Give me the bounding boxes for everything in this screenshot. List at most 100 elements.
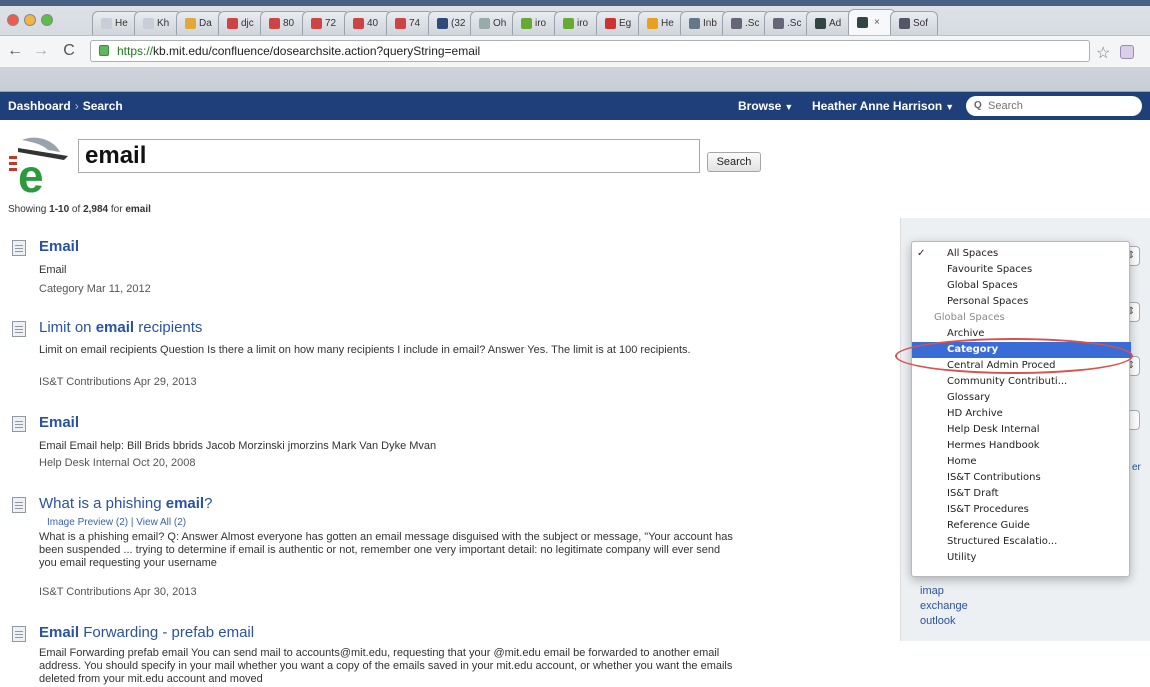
result-title-text: Limit on [39,319,96,336]
favicon-icon [857,17,868,28]
favicon-icon [101,18,112,29]
lock-icon [99,45,109,56]
filter-link-partial[interactable]: er [1132,462,1141,473]
dropdown-option[interactable]: Glossary [912,390,1131,406]
browser-tab[interactable]: He [92,11,140,35]
close-window-button[interactable] [7,14,19,26]
browser-tab[interactable]: Kh [134,11,182,35]
dropdown-option-label: Community Contributi... [947,376,1068,387]
browser-tab[interactable]: Sof [890,11,938,35]
tab-label: 72 [325,18,337,29]
page-icon [12,240,26,256]
window-titlebar [0,0,1150,6]
tab-label: Da [199,18,212,29]
image-preview-links[interactable]: Image Preview (2) | View All (2) [47,517,186,528]
dropdown-option[interactable]: HD Archive [912,406,1131,422]
browser-tab[interactable]: .Sc [722,11,770,35]
related-label-link[interactable]: imap [920,585,944,597]
browser-tab[interactable]: 72 [302,11,350,35]
browser-tab[interactable]: .Sc [764,11,812,35]
breadcrumb: Dashboard › Search [8,99,123,113]
browser-tab[interactable]: 74 [386,11,434,35]
zoom-window-button[interactable] [41,14,53,26]
favicon-icon [269,18,280,29]
close-tab-icon[interactable]: × [874,17,880,28]
browser-tab[interactable]: × [848,9,896,35]
browser-tab[interactable]: Eg [596,11,644,35]
browser-tab[interactable]: He [638,11,686,35]
reload-icon[interactable]: C [58,40,80,62]
page: He Kh Da djc 80 72 40 74 (32 Oh iro iro Eg He Inb .Sc .S… [0,0,1150,687]
breadcrumb-dashboard[interactable]: Dashboard [8,99,71,113]
main-search-input[interactable] [78,139,700,173]
tab-label: 74 [409,18,421,29]
dropdown-option[interactable]: Help Desk Internal [912,422,1131,438]
back-arrow-icon[interactable]: ← [4,40,26,62]
tab-label: djc [241,18,254,29]
result-meta: Category Mar 11, 2012 [39,283,151,295]
related-label-link[interactable]: exchange [920,600,968,612]
dropdown-option[interactable]: IS&T Draft [912,486,1131,502]
tab-label: Inb [703,18,717,29]
dropdown-option-label: HD Archive [947,408,1003,419]
browser-tab[interactable]: Da [176,11,224,35]
result-title-match: email [165,495,205,512]
result-title-link[interactable]: Email Forwarding - prefab email [39,624,254,641]
dropdown-option-label: Help Desk Internal [947,424,1040,435]
result-title-match: email [95,319,135,336]
page-icon [12,497,26,513]
forward-arrow-icon[interactable]: → [30,40,52,62]
dropdown-option[interactable]: Personal Spaces [912,294,1131,310]
browse-menu[interactable]: Browse ▼ [738,99,793,113]
extension-icon[interactable] [1120,45,1134,59]
results-count: Showing 1-10 of 2,984 for email [8,204,151,215]
page-icon [12,416,26,432]
dropdown-option[interactable]: Reference Guide [912,518,1131,534]
dropdown-option-label: IS&T Draft [947,488,999,499]
minimize-window-button[interactable] [24,14,36,26]
dropdown-option[interactable]: ✓ All Spaces [912,246,1131,262]
browser-tab[interactable]: Oh [470,11,518,35]
related-label-link[interactable]: outlook [920,615,955,627]
result-title-link[interactable]: Limit on email recipients [39,319,202,336]
browser-tab[interactable]: djc [218,11,266,35]
address-bar[interactable]: https://kb.mit.edu/confluence/dosearchsi… [90,40,1090,62]
browser-tab[interactable]: (32 [428,11,476,35]
results-count-of: of [69,204,84,215]
browser-tab[interactable]: iro [512,11,560,35]
favicon-icon [395,18,406,29]
dropdown-option[interactable]: IS&T Contributions [912,470,1131,486]
search-result: Limit on email recipients Limit on email… [12,319,792,391]
result-excerpt: Email Email help: Bill Brids bbrids Jaco… [39,440,437,452]
search-button[interactable]: Search [707,152,761,172]
dropdown-option[interactable]: Utility [912,550,1131,566]
browser-tab[interactable]: 80 [260,11,308,35]
dropdown-option[interactable]: Structured Escalatio... [912,534,1131,550]
result-title-link[interactable]: What is a phishing email? [39,495,212,512]
dropdown-option-label: Structured Escalatio... [947,536,1058,547]
result-title-match: Email [39,414,80,431]
dropdown-option[interactable]: Community Contributi... [912,374,1131,390]
browser-tab[interactable]: iro [554,11,602,35]
dropdown-option[interactable]: Favourite Spaces [912,262,1131,278]
result-meta: IS&T Contributions Apr 30, 2013 [39,586,197,598]
favicon-icon [227,18,238,29]
checkmark-icon: ✓ [917,248,926,259]
dropdown-option[interactable]: IS&T Procedures [912,502,1131,518]
browse-menu-label: Browse [738,99,782,113]
result-title-text: What is a phishing [39,495,166,512]
breadcrumb-search[interactable]: Search [83,99,123,113]
browser-tab[interactable]: Inb [680,11,728,35]
result-title-link[interactable]: Email [39,238,79,255]
user-menu[interactable]: Heather Anne Harrison ▼ [812,99,954,113]
dropdown-option[interactable]: Home [912,454,1131,470]
browser-tab[interactable]: 40 [344,11,392,35]
dropdown-option-label: Favourite Spaces [947,264,1033,275]
bookmark-star-icon[interactable]: ☆ [1096,43,1110,63]
dropdown-option[interactable]: Hermes Handbook [912,438,1131,454]
dropdown-option[interactable]: Global Spaces [912,278,1131,294]
quick-search-input[interactable] [966,96,1142,116]
results-term: email [125,204,151,215]
browser-tab[interactable]: Ad [806,11,854,35]
result-title-link[interactable]: Email [39,414,79,431]
